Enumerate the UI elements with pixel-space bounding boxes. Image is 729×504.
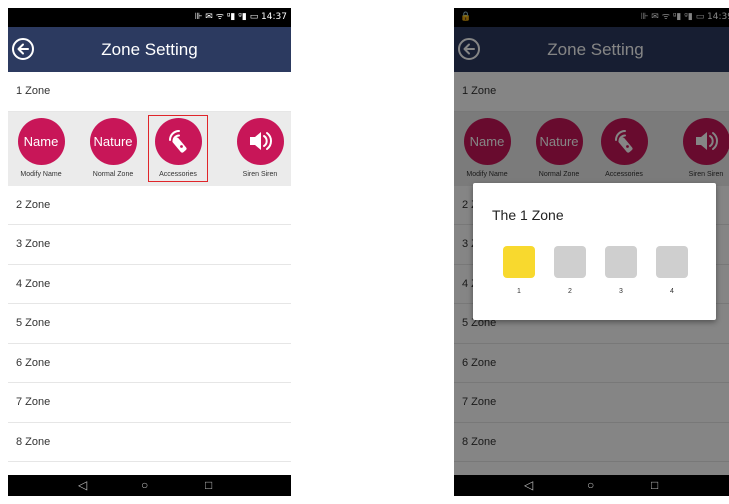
back-button[interactable] <box>12 38 34 60</box>
modify-name-button[interactable]: Name Modify Name <box>12 117 70 178</box>
modify-name-label: Modify Name <box>20 170 62 178</box>
normal-zone-button[interactable]: Nature Normal Zone <box>84 117 142 178</box>
nav-recents-button[interactable]: □ <box>651 475 658 496</box>
slot-number: 3 <box>619 288 623 295</box>
slot-box <box>554 246 586 278</box>
zone-list: 1 Zone Name Modify Name Nature Normal Zo… <box>8 72 291 462</box>
slot-box <box>503 246 535 278</box>
phone-screen-zone-setting: ⊪ ✉ ᯤ ᵍ▮ ᵍ▮ ▭ 14:37 Zone Setting 1 Zone … <box>8 8 291 496</box>
nav-bar: ◁ ○ □ <box>454 475 729 496</box>
slot-box <box>656 246 688 278</box>
zone-row-7[interactable]: 7 Zone <box>8 383 291 423</box>
zone-row-5[interactable]: 5 Zone <box>8 304 291 344</box>
zone-row-8[interactable]: 8 Zone <box>8 422 291 462</box>
accessory-slot-4[interactable]: 4 <box>656 246 688 295</box>
siren-circle <box>236 117 284 165</box>
accessory-slot-1[interactable]: 1 <box>503 246 535 295</box>
zone-row-1[interactable]: 1 Zone <box>8 72 291 112</box>
accessory-slot-2[interactable]: 2 <box>554 246 586 295</box>
zone-action-strip: Name Modify Name Nature Normal Zone Acce… <box>8 111 291 186</box>
siren-label: Siren Siren <box>242 170 278 178</box>
nav-back-button[interactable]: ◁ <box>524 475 533 496</box>
nature-circle: Nature <box>89 117 137 165</box>
page-title: Zone Setting <box>101 40 198 59</box>
slot-box <box>605 246 637 278</box>
nav-home-button[interactable]: ○ <box>587 475 594 496</box>
nav-bar: ◁ ○ □ <box>8 475 291 496</box>
app-bar: Zone Setting <box>8 27 291 72</box>
status-bar: ⊪ ✉ ᯤ ᵍ▮ ᵍ▮ ▭ 14:37 <box>8 8 291 27</box>
accessory-slot-3[interactable]: 3 <box>605 246 637 295</box>
slot-number: 4 <box>670 288 674 295</box>
name-circle: Name <box>17 117 65 165</box>
selection-highlight <box>148 114 208 182</box>
status-text: ⊪ ✉ ᯤ ᵍ▮ ᵍ▮ ▭ 14:37 <box>194 12 287 22</box>
nav-recents-button[interactable]: □ <box>205 475 212 496</box>
nav-back-button[interactable]: ◁ <box>78 475 87 496</box>
speaker-icon <box>250 132 272 150</box>
siren-button[interactable]: Siren Siren <box>231 117 289 178</box>
slot-number: 1 <box>517 288 521 295</box>
zone-row-6[interactable]: 6 Zone <box>8 343 291 383</box>
phone-screen-zone-dialog: 🔒 ⊪ ✉ ᯤ ᵍ▮ ᵍ▮ ▭ 14:39 Zone Setting 1 Zon… <box>454 8 729 496</box>
zone-row-2[interactable]: 2 Zone <box>8 185 291 225</box>
back-arrow-icon <box>17 43 29 55</box>
slot-number: 2 <box>568 288 572 295</box>
zone-row-3[interactable]: 3 Zone <box>8 225 291 265</box>
nav-home-button[interactable]: ○ <box>141 475 148 496</box>
normal-zone-label: Normal Zone <box>92 170 134 178</box>
dialog-title: The 1 Zone <box>492 207 564 223</box>
zone-dialog: The 1 Zone 1 2 3 4 <box>473 183 716 320</box>
zone-row-4[interactable]: 4 Zone <box>8 264 291 304</box>
